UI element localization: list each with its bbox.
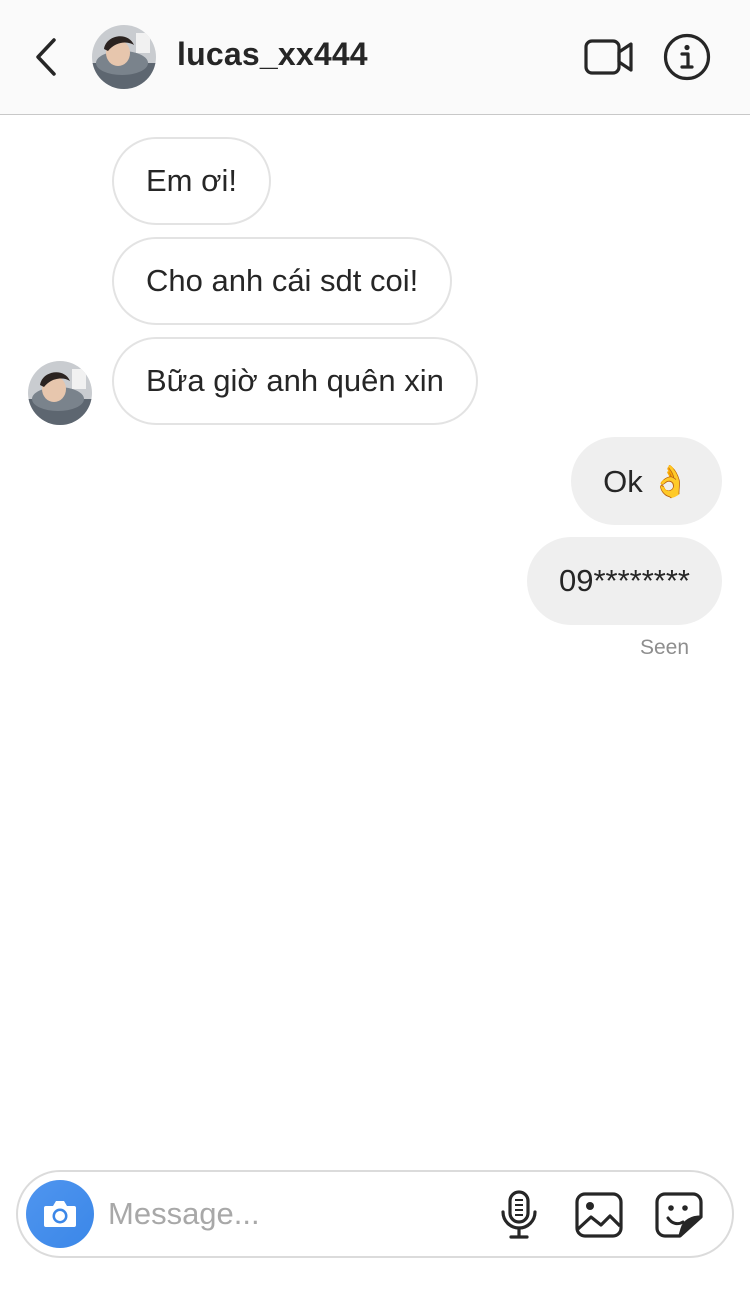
header-avatar[interactable]	[92, 25, 156, 89]
chat-header: lucas_xx444	[0, 0, 750, 115]
sticker-button[interactable]	[654, 1191, 704, 1239]
avatar-photo	[92, 25, 156, 89]
video-call-button[interactable]	[583, 36, 635, 78]
message-text: Bữa giờ anh quên xin	[146, 363, 444, 398]
microphone-icon	[501, 1190, 537, 1239]
voice-message-button[interactable]	[498, 1190, 540, 1240]
camera-button[interactable]	[26, 1180, 94, 1248]
message-bubble-incoming[interactable]: Cho anh cái sdt coi!	[112, 237, 453, 325]
back-button[interactable]	[26, 34, 66, 80]
chevron-left-icon	[36, 38, 56, 76]
message-bubble-incoming[interactable]: Em ơi!	[112, 137, 271, 225]
avatar-photo	[28, 361, 92, 425]
message-text: Em ơi!	[146, 163, 237, 198]
video-camera-icon	[584, 39, 633, 75]
camera-icon	[44, 1201, 76, 1227]
message-bubble-outgoing[interactable]: Ok 👌	[571, 437, 722, 525]
chat-username[interactable]: lucas_xx444	[177, 36, 368, 73]
message-composer	[16, 1170, 734, 1258]
info-icon	[663, 33, 711, 81]
gallery-button[interactable]	[574, 1191, 624, 1239]
message-input[interactable]	[108, 1192, 488, 1236]
sender-avatar[interactable]	[28, 361, 92, 425]
message-text: Ok 👌	[603, 463, 690, 499]
message-bubble-outgoing[interactable]: 09********	[527, 537, 722, 625]
seen-status: Seen	[639, 636, 689, 659]
info-button[interactable]	[663, 33, 711, 81]
image-icon	[575, 1192, 623, 1238]
message-bubble-incoming[interactable]: Bữa giờ anh quên xin	[112, 337, 478, 425]
message-text: Cho anh cái sdt coi!	[146, 263, 419, 298]
sticker-icon	[655, 1192, 703, 1238]
message-text: 09********	[559, 563, 690, 598]
